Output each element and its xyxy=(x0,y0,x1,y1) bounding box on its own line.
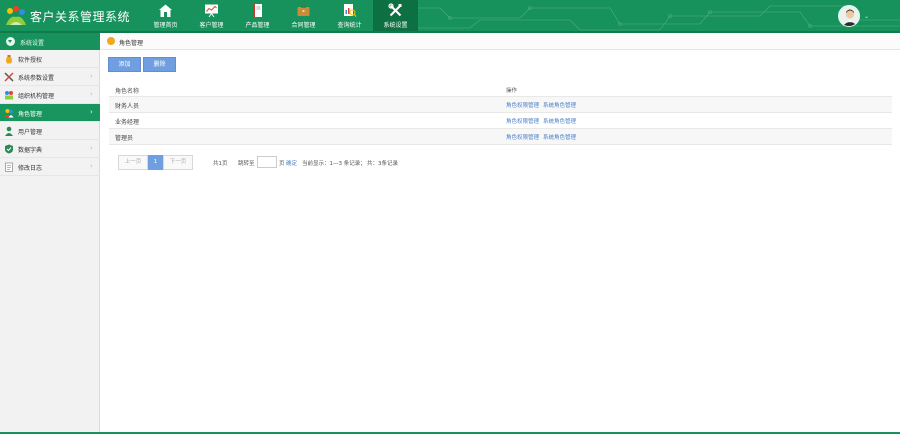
sidebar-menu: 软件授权 系统参数设置 › 组织机构管理 › 角色管理 › 用户管理 数据字典 … xyxy=(0,50,100,176)
column-header-operations: 操作 xyxy=(506,88,518,94)
top-bar: 客户关系管理系统 管理首页 客户管理 产品管理 合同管理 查询统计 系统设置 ⌄ xyxy=(0,0,900,33)
nav-item-settings[interactable]: 系统设置 xyxy=(373,0,418,31)
record-range-text: 当前显示：1—3 条记录； xyxy=(302,161,366,167)
role-permission-link[interactable]: 角色权限管理 xyxy=(506,103,539,109)
sidebar: 系统设置 软件授权 系统参数设置 › 组织机构管理 › 角色管理 › 用户管理 … xyxy=(0,33,100,432)
table-row: 业务经理 角色权限管理 系统角色管理 xyxy=(109,113,892,129)
money-bag-icon xyxy=(6,55,12,64)
nav-item-label: 客户管理 xyxy=(199,22,224,29)
next-page-button[interactable]: 下一页 xyxy=(163,155,193,170)
org-people-icon xyxy=(5,91,13,100)
nav-item-customers[interactable]: 客户管理 xyxy=(189,0,234,31)
role-permission-link[interactable]: 角色权限管理 xyxy=(506,135,539,141)
sidebar-item-organization[interactable]: 组织机构管理 › xyxy=(0,86,100,104)
current-page-button[interactable]: 1 xyxy=(148,155,163,170)
tools-icon xyxy=(4,72,14,82)
role-permission-link[interactable]: 角色权限管理 xyxy=(506,119,539,125)
nav-item-home[interactable]: 管理首页 xyxy=(143,0,188,31)
jump-page-input[interactable] xyxy=(257,156,277,168)
role-name-cell: 业务经理 xyxy=(115,119,140,126)
sidebar-item-label: 修改日志 xyxy=(18,165,43,172)
sidebar-item-dictionary[interactable]: 数据字典 › xyxy=(0,140,100,158)
chevron-right-icon: › xyxy=(90,72,93,80)
report-magnifier-icon xyxy=(344,4,357,17)
circuit-pattern-decoration xyxy=(380,5,900,31)
user-icon xyxy=(5,126,13,136)
prev-page-button[interactable]: 上一页 xyxy=(118,155,148,170)
breadcrumb: 角色管理 xyxy=(101,33,900,50)
shield-book-icon xyxy=(5,144,13,154)
nav-item-products[interactable]: 产品管理 xyxy=(235,0,280,31)
nav-item-label: 系统设置 xyxy=(383,22,408,29)
system-role-link[interactable]: 系统角色管理 xyxy=(543,103,576,109)
total-pages-text: 共1页 xyxy=(213,161,228,167)
sidebar-item-label: 角色管理 xyxy=(18,111,43,118)
sidebar-item-license[interactable]: 软件授权 xyxy=(0,50,100,68)
role-people-icon xyxy=(4,109,14,118)
sidebar-header[interactable]: 系统设置 xyxy=(0,33,100,50)
sidebar-item-label: 软件授权 xyxy=(18,57,43,64)
tools-icon xyxy=(388,3,402,17)
collapse-icon xyxy=(6,37,15,46)
chevron-right-icon: › xyxy=(90,144,93,152)
nav-item-label: 产品管理 xyxy=(245,22,270,29)
role-name-cell: 财务人员 xyxy=(115,103,140,110)
user-avatar[interactable] xyxy=(838,5,860,27)
table-row: 财务人员 角色权限管理 系统角色管理 xyxy=(109,97,892,113)
page-title: 角色管理 xyxy=(119,40,144,47)
role-name-cell: 管理员 xyxy=(115,135,134,142)
book-icon xyxy=(253,4,262,17)
colorful-people-logo-icon xyxy=(6,6,26,25)
sidebar-item-users[interactable]: 用户管理 xyxy=(0,122,100,140)
sidebar-item-label: 系统参数设置 xyxy=(18,75,55,82)
operations-cell: 角色权限管理 系统角色管理 xyxy=(506,101,576,109)
sidebar-item-label: 数据字典 xyxy=(18,147,43,154)
jump-suffix-text: 页 xyxy=(279,161,285,167)
breadcrumb-icon xyxy=(107,37,115,45)
sidebar-item-roles[interactable]: 角色管理 › xyxy=(0,104,100,122)
jump-confirm-link[interactable]: 确定 xyxy=(286,159,297,167)
jump-prefix-text: 跳转至 xyxy=(238,161,255,167)
home-icon xyxy=(159,4,172,17)
nav-item-contracts[interactable]: 合同管理 xyxy=(281,0,326,31)
top-nav: 管理首页 客户管理 产品管理 合同管理 查询统计 系统设置 xyxy=(143,0,419,31)
nav-item-label: 合同管理 xyxy=(291,22,316,29)
nav-item-label: 管理首页 xyxy=(153,22,178,29)
user-menu-caret-icon[interactable]: ⌄ xyxy=(864,13,869,20)
briefcase-icon xyxy=(297,4,310,16)
nav-item-label: 查询统计 xyxy=(337,22,362,29)
pagination: 上一页 1 下一页 xyxy=(118,155,193,170)
log-book-icon xyxy=(5,162,13,172)
operations-cell: 角色权限管理 系统角色管理 xyxy=(506,133,576,141)
chevron-right-icon: › xyxy=(90,108,93,116)
sidebar-item-label: 组织机构管理 xyxy=(18,93,55,100)
main-content: 角色管理 添加 删除 角色名称 操作 财务人员 角色权限管理 系统角色管理 业务经… xyxy=(101,33,900,432)
roles-table: 角色名称 操作 财务人员 角色权限管理 系统角色管理 业务经理 角色权限管理 系统角… xyxy=(109,82,892,145)
table-header-row: 角色名称 操作 xyxy=(109,82,892,97)
column-header-role-name: 角色名称 xyxy=(115,88,140,95)
sidebar-item-label: 用户管理 xyxy=(18,129,43,136)
operations-cell: 角色权限管理 系统角色管理 xyxy=(506,117,576,125)
total-records-text: 共：3条记录 xyxy=(367,161,398,167)
table-row: 管理员 角色权限管理 系统角色管理 xyxy=(109,129,892,145)
sidebar-header-label: 系统设置 xyxy=(20,40,45,47)
delete-button[interactable]: 删除 xyxy=(143,57,176,72)
system-role-link[interactable]: 系统角色管理 xyxy=(543,135,576,141)
chevron-right-icon: › xyxy=(90,90,93,98)
sidebar-item-change-log[interactable]: 修改日志 › xyxy=(0,158,100,176)
nav-item-statistics[interactable]: 查询统计 xyxy=(327,0,372,31)
add-button[interactable]: 添加 xyxy=(108,57,141,72)
chevron-right-icon: › xyxy=(90,162,93,170)
system-role-link[interactable]: 系统角色管理 xyxy=(543,119,576,125)
sidebar-item-system-params[interactable]: 系统参数设置 › xyxy=(0,68,100,86)
chart-board-icon xyxy=(205,4,218,18)
app-title: 客户关系管理系统 xyxy=(30,10,131,24)
